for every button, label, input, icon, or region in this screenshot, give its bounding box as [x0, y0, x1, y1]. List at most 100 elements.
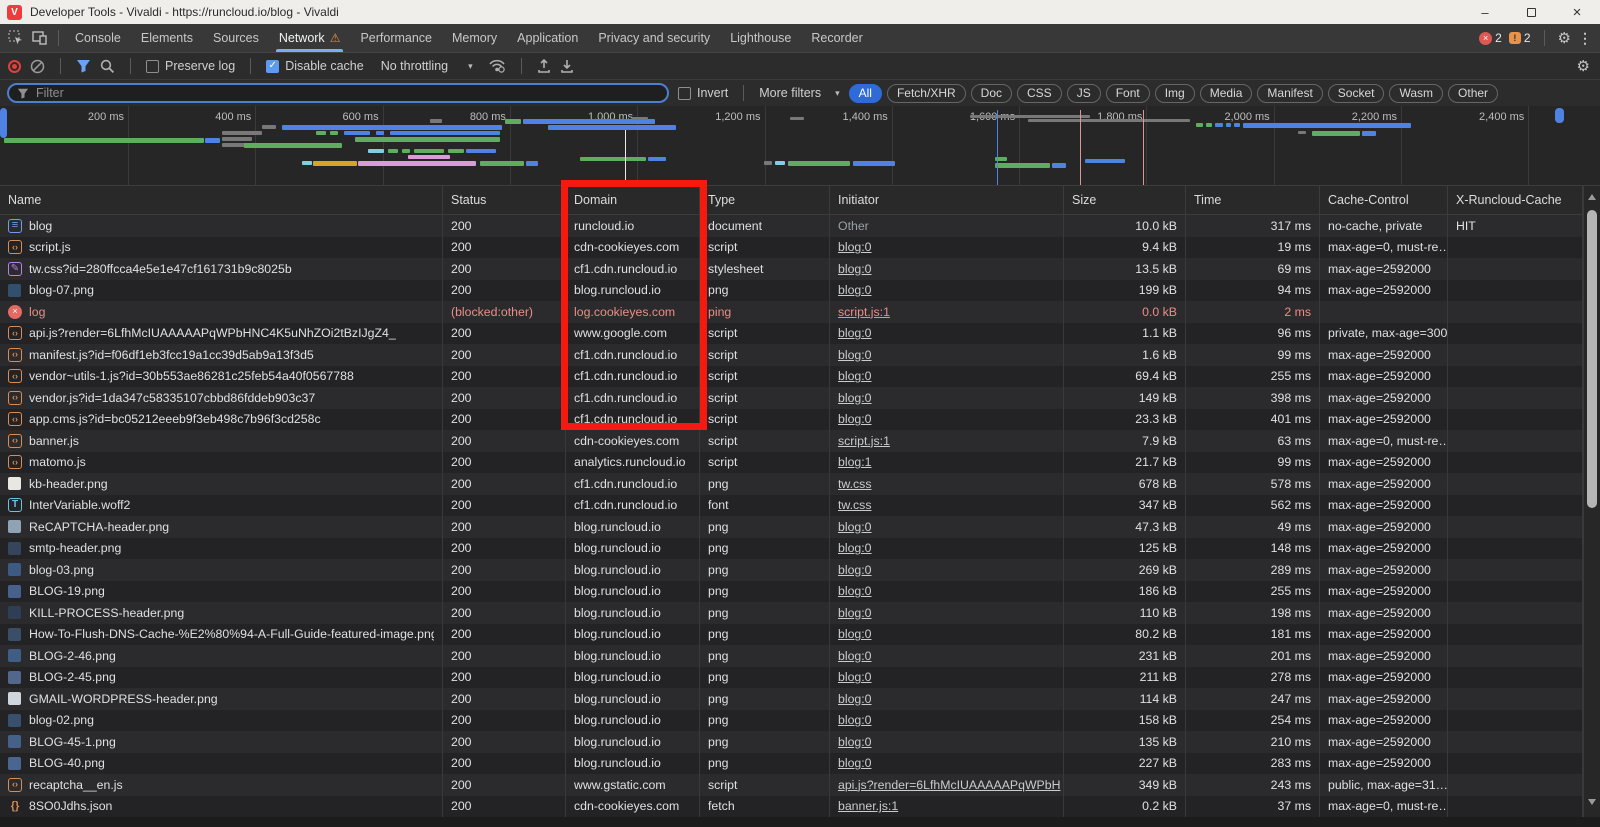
- initiator-link[interactable]: blog:0: [838, 735, 872, 749]
- throttling-dropdown[interactable]: No throttling ▾: [381, 59, 473, 73]
- table-row[interactable]: ‹›script.js200cdn-cookieyes.comscriptblo…: [0, 237, 1600, 259]
- table-row[interactable]: blog-03.png200blog.runcloud.iopngblog:02…: [0, 559, 1600, 581]
- filter-type-font[interactable]: Font: [1106, 84, 1150, 103]
- tab-application[interactable]: Application: [507, 24, 588, 52]
- table-row[interactable]: ‹›vendor~utils-1.js?id=30b553ae86281c25f…: [0, 366, 1600, 388]
- filter-type-css[interactable]: CSS: [1017, 84, 1062, 103]
- initiator-link[interactable]: tw.css: [838, 477, 871, 491]
- table-row[interactable]: BLOG-19.png200blog.runcloud.iopngblog:01…: [0, 581, 1600, 603]
- initiator-link[interactable]: blog:0: [838, 713, 872, 727]
- filter-type-fetch-xhr[interactable]: Fetch/XHR: [887, 84, 966, 103]
- table-row[interactable]: BLOG-45-1.png200blog.runcloud.iopngblog:…: [0, 731, 1600, 753]
- initiator-link[interactable]: blog:0: [838, 649, 872, 663]
- initiator-link[interactable]: blog:0: [838, 262, 872, 276]
- initiator-link[interactable]: blog:0: [838, 584, 872, 598]
- filter-type-all[interactable]: All: [849, 84, 882, 103]
- column-header-x-runcloud-cache[interactable]: X-Runcloud-Cache: [1448, 186, 1583, 214]
- initiator-link[interactable]: blog:0: [838, 391, 872, 405]
- table-row[interactable]: GMAIL-WORDPRESS-header.png200blog.runclo…: [0, 688, 1600, 710]
- import-har-icon[interactable]: [537, 59, 551, 74]
- column-header-time[interactable]: Time: [1186, 186, 1320, 214]
- initiator-link[interactable]: script.js:1: [838, 434, 890, 448]
- initiator-link[interactable]: blog:0: [838, 606, 872, 620]
- scroll-down-icon[interactable]: [1588, 799, 1596, 805]
- minimize-button[interactable]: –: [1462, 0, 1508, 24]
- table-row[interactable]: BLOG-2-45.png200blog.runcloud.iopngblog:…: [0, 667, 1600, 689]
- tab-recorder[interactable]: Recorder: [801, 24, 872, 52]
- record-button[interactable]: [8, 60, 21, 73]
- table-row[interactable]: TInterVariable.woff2200cf1.cdn.runcloud.…: [0, 495, 1600, 517]
- initiator-link[interactable]: api.js?render=6LfhMcIUAAAAAPqWPbH: [838, 778, 1060, 792]
- table-row[interactable]: ‹›banner.js200cdn-cookieyes.comscriptscr…: [0, 430, 1600, 452]
- table-row[interactable]: BLOG-2-46.png200blog.runcloud.iopngblog:…: [0, 645, 1600, 667]
- table-row[interactable]: ‹›manifest.js?id=f06df1eb3fcc19a1cc39d5a…: [0, 344, 1600, 366]
- filter-input[interactable]: Filter: [7, 83, 669, 103]
- initiator-link[interactable]: blog:0: [838, 541, 872, 555]
- table-row[interactable]: ×log(blocked:other)log.cookieyes.comping…: [0, 301, 1600, 323]
- table-row[interactable]: ≡blog200runcloud.iodocumentOther10.0 kB3…: [0, 215, 1600, 237]
- table-row[interactable]: ✎tw.css?id=280ffcca4e5e1e47cf161731b9c80…: [0, 258, 1600, 280]
- tab-console[interactable]: Console: [65, 24, 131, 52]
- network-settings-gear-icon[interactable]: ⚙: [1577, 57, 1590, 75]
- initiator-link[interactable]: script.js:1: [838, 305, 890, 319]
- initiator-link[interactable]: blog:0: [838, 563, 872, 577]
- vertical-scrollbar[interactable]: [1583, 186, 1600, 817]
- filter-type-wasm[interactable]: Wasm: [1389, 84, 1443, 103]
- table-row[interactable]: kb-header.png200cf1.cdn.runcloud.iopngtw…: [0, 473, 1600, 495]
- initiator-link[interactable]: blog:0: [838, 326, 872, 340]
- scrollbar-thumb[interactable]: [1587, 210, 1597, 508]
- clear-button[interactable]: [30, 59, 45, 74]
- invert-checkbox[interactable]: Invert: [678, 86, 728, 100]
- column-header-size[interactable]: Size: [1064, 186, 1186, 214]
- table-row[interactable]: {}8SO0Jdhs.json200cdn-cookieyes.comfetch…: [0, 796, 1600, 818]
- network-conditions-icon[interactable]: [488, 59, 506, 73]
- table-row[interactable]: ‹›vendor.js?id=1da347c58335107cbbd86fdde…: [0, 387, 1600, 409]
- initiator-link[interactable]: blog:0: [838, 756, 872, 770]
- table-row[interactable]: ‹›matomo.js200analytics.runcloud.ioscrip…: [0, 452, 1600, 474]
- table-row[interactable]: BLOG-40.png200blog.runcloud.iopngblog:02…: [0, 753, 1600, 775]
- filter-type-media[interactable]: Media: [1200, 84, 1253, 103]
- more-options-icon[interactable]: ⋮: [1578, 30, 1592, 47]
- table-row[interactable]: KILL-PROCESS-header.png200blog.runcloud.…: [0, 602, 1600, 624]
- tab-privacy-and-security[interactable]: Privacy and security: [588, 24, 720, 52]
- device-toolbar-icon[interactable]: [29, 27, 51, 49]
- preserve-log-checkbox[interactable]: Preserve log: [146, 59, 235, 73]
- initiator-link[interactable]: blog:1: [838, 455, 872, 469]
- tab-sources[interactable]: Sources: [203, 24, 269, 52]
- column-header-status[interactable]: Status: [443, 186, 566, 214]
- network-overview-timeline[interactable]: 200 ms400 ms600 ms800 ms1,000 ms1,200 ms…: [0, 106, 1600, 186]
- table-row[interactable]: ReCAPTCHA-header.png200blog.runcloud.iop…: [0, 516, 1600, 538]
- tab-network[interactable]: Network⚠: [269, 24, 351, 52]
- overview-right-grip[interactable]: [1555, 108, 1564, 123]
- settings-gear-icon[interactable]: ⚙: [1558, 29, 1571, 47]
- overview-left-grip[interactable]: [0, 108, 7, 138]
- filter-toggle-icon[interactable]: [76, 59, 91, 73]
- disable-cache-checkbox[interactable]: ✓ Disable cache: [266, 59, 364, 73]
- tab-memory[interactable]: Memory: [442, 24, 507, 52]
- filter-type-socket[interactable]: Socket: [1328, 84, 1385, 103]
- inspect-element-icon[interactable]: [5, 27, 27, 49]
- table-row[interactable]: How-To-Flush-DNS-Cache-%E2%80%94-A-Full-…: [0, 624, 1600, 646]
- table-row[interactable]: smtp-header.png200blog.runcloud.iopngblo…: [0, 538, 1600, 560]
- export-har-icon[interactable]: [560, 59, 574, 74]
- error-badge[interactable]: × 2: [1479, 31, 1502, 45]
- tab-performance[interactable]: Performance: [350, 24, 442, 52]
- initiator-link[interactable]: banner.js:1: [838, 799, 898, 813]
- filter-type-manifest[interactable]: Manifest: [1257, 84, 1322, 103]
- initiator-link[interactable]: blog:0: [838, 520, 872, 534]
- filter-type-doc[interactable]: Doc: [971, 84, 1012, 103]
- initiator-link[interactable]: blog:0: [838, 369, 872, 383]
- column-header-initiator[interactable]: Initiator: [830, 186, 1064, 214]
- column-header-cache-control[interactable]: Cache-Control: [1320, 186, 1448, 214]
- initiator-link[interactable]: blog:0: [838, 627, 872, 641]
- filter-type-js[interactable]: JS: [1067, 84, 1101, 103]
- scroll-up-icon[interactable]: [1588, 194, 1596, 200]
- initiator-link[interactable]: blog:0: [838, 412, 872, 426]
- column-header-name[interactable]: Name: [0, 186, 443, 214]
- initiator-link[interactable]: blog:0: [838, 240, 872, 254]
- initiator-link[interactable]: tw.css: [838, 498, 871, 512]
- more-filters-dropdown[interactable]: More filters ▾: [759, 86, 839, 100]
- initiator-link[interactable]: blog:0: [838, 348, 872, 362]
- initiator-link[interactable]: blog:0: [838, 692, 872, 706]
- maximize-button[interactable]: [1508, 0, 1554, 24]
